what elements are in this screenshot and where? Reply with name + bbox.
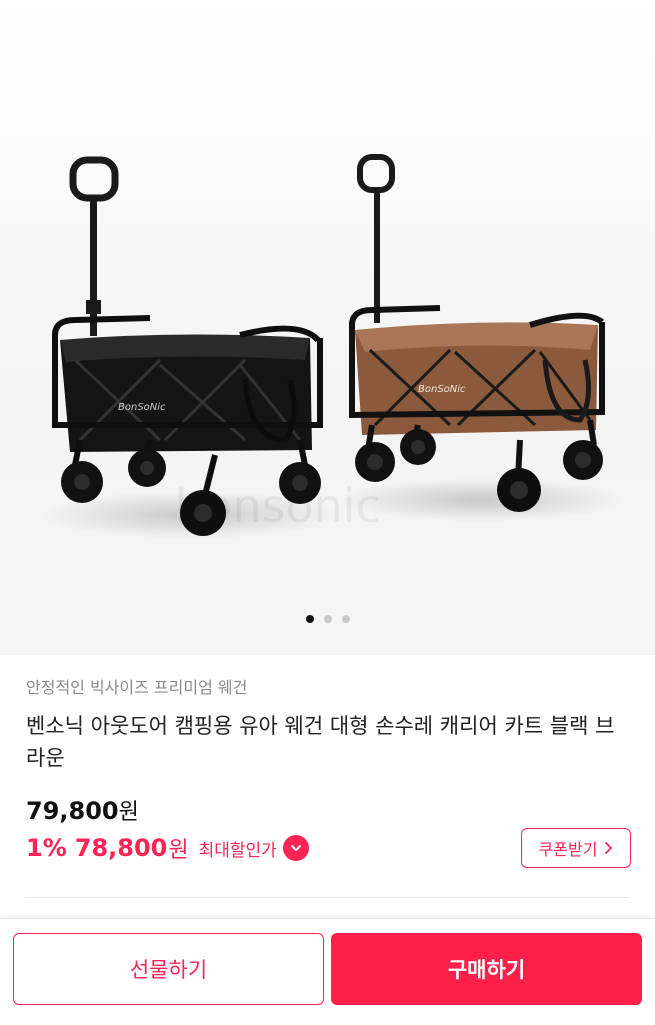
sale-price-row: 1% 78,800 원 최대할인가 쿠폰받기 xyxy=(26,828,631,868)
product-image-carousel[interactable]: bonsonic BonSoNic xyxy=(0,0,655,655)
product-title: 벤소닉 아웃도어 캠핑용 유아 웨건 대형 손수레 캐리어 카트 블랙 브라운 xyxy=(26,714,615,770)
max-discount-toggle[interactable] xyxy=(282,835,309,861)
sale-price: 78,800 xyxy=(74,834,168,862)
carousel-dot-3[interactable] xyxy=(341,615,350,623)
chevron-down-icon xyxy=(290,845,301,851)
divider xyxy=(26,897,629,898)
gift-button[interactable]: 선물하기 xyxy=(13,933,324,1005)
max-discount-label: 최대할인가 xyxy=(198,840,277,861)
svg-text:BonSoNic: BonSoNic xyxy=(418,384,466,395)
carousel-dot-2[interactable] xyxy=(323,615,332,623)
product-info: 안정적인 빅사이즈 프리미엄 웨건 벤소닉 아웃도어 캠핑용 유아 웨건 대형 … xyxy=(26,676,631,868)
chevron-right-icon xyxy=(605,842,613,854)
coupon-button-label: 쿠폰받기 xyxy=(538,840,598,859)
buy-button[interactable]: 구매하기 xyxy=(331,933,642,1005)
svg-text:BonSoNic: BonSoNic xyxy=(118,402,166,413)
price-value: 79,800 xyxy=(26,797,119,825)
discount-rate: 1% xyxy=(26,834,67,862)
bottom-action-bar: 선물하기 구매하기 xyxy=(0,918,655,1025)
sale-price-unit: 원 xyxy=(168,838,189,863)
coupon-button[interactable]: 쿠폰받기 xyxy=(521,828,631,868)
product-subtitle: 안정적인 빅사이즈 프리미엄 웨건 xyxy=(26,678,248,697)
brown-wagon: BonSoNic xyxy=(335,154,625,522)
original-price: 79,800원 xyxy=(26,794,629,828)
product-page: bonsonic BonSoNic xyxy=(0,0,655,1025)
carousel-indicator xyxy=(0,615,655,623)
product-image[interactable]: bonsonic BonSoNic xyxy=(0,0,655,655)
carousel-dot-1[interactable] xyxy=(305,615,314,623)
price-unit: 원 xyxy=(118,800,139,825)
